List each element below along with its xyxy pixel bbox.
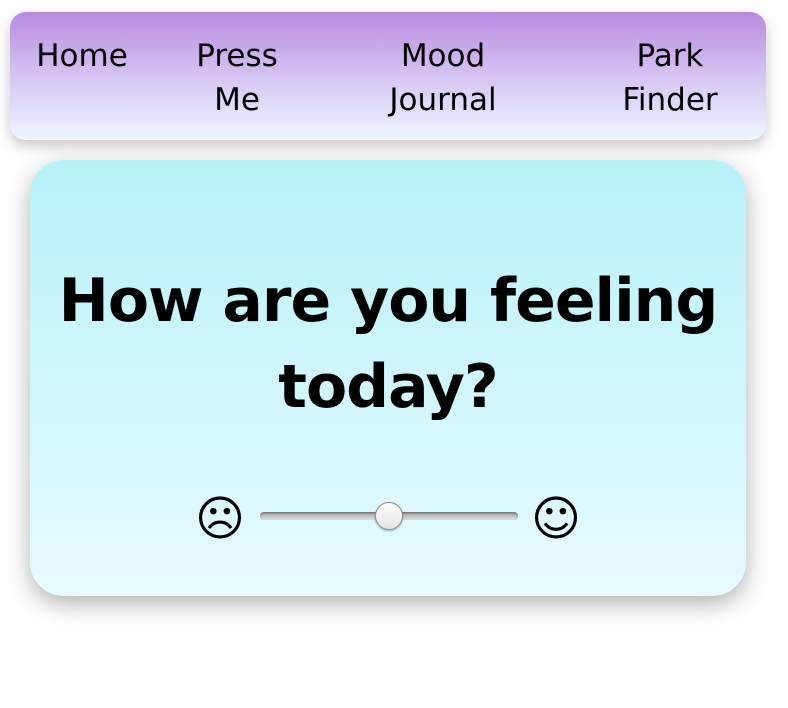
mood-slider[interactable] — [260, 502, 518, 532]
happy-face-icon: ☺ — [531, 491, 582, 547]
mood-slider-thumb[interactable] — [375, 502, 403, 530]
sad-face-icon: ☹ — [195, 491, 246, 547]
nav-link-home[interactable]: Home — [30, 34, 134, 78]
mood-question-heading: How are you feeling today? — [58, 266, 719, 422]
mood-card: How are you feeling today? ☹ ☺ — [30, 160, 746, 596]
top-nav-bar: Home Press Me Mood Journal Park Finder — [10, 12, 766, 140]
nav-link-park-finder[interactable]: Park Finder — [604, 34, 736, 122]
nav-link-press-me[interactable]: Press Me — [182, 34, 292, 122]
nav-link-mood-journal[interactable]: Mood Journal — [370, 34, 516, 122]
